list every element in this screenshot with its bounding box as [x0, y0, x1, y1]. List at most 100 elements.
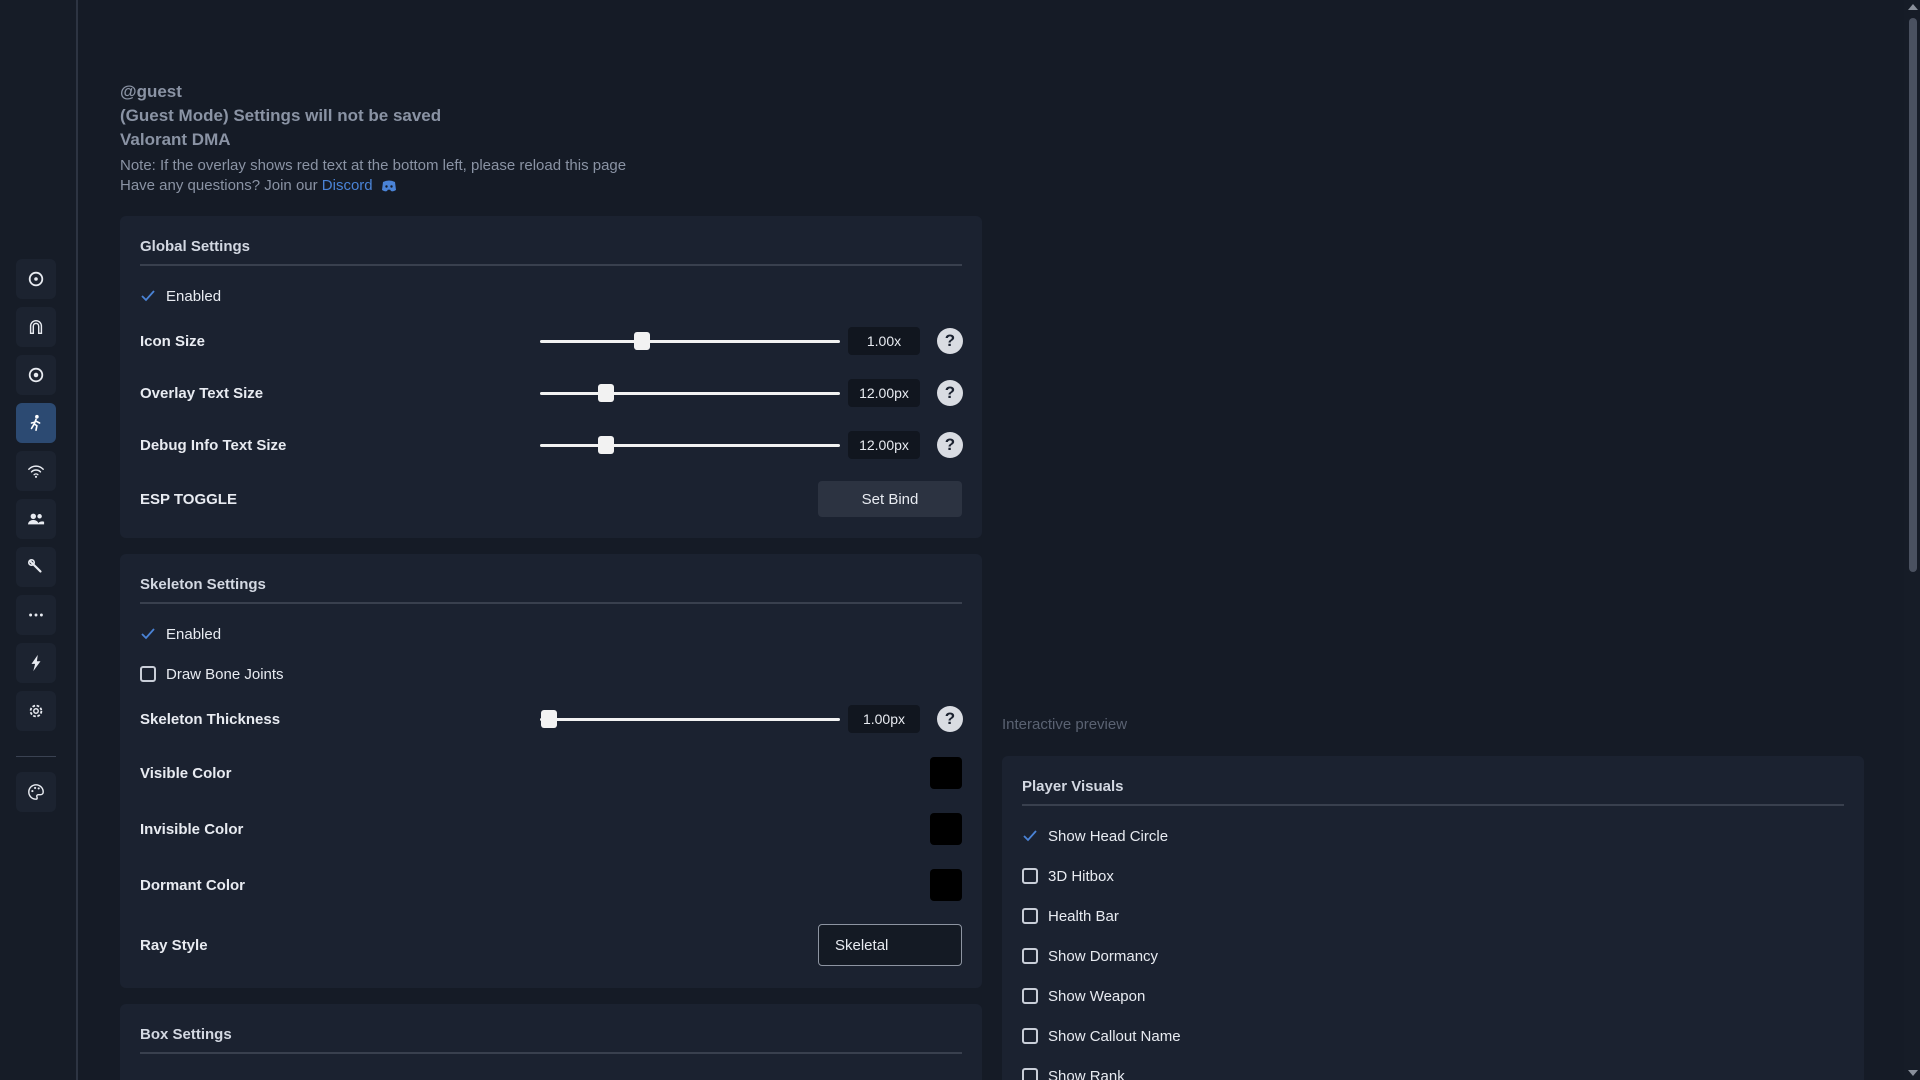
users-icon: [27, 513, 45, 525]
draw-bone-joints-label: Draw Bone Joints: [166, 665, 284, 683]
player-visuals-panel: Player Visuals Show Head Circle 3D Hitbo…: [1002, 756, 1864, 1080]
slider-track: [540, 392, 840, 395]
show-head-circle-toggle[interactable]: Show Head Circle: [1022, 824, 1168, 848]
checkbox[interactable]: [1022, 908, 1038, 924]
sidebar: [0, 0, 78, 1080]
icon-size-value[interactable]: 1.00x: [848, 327, 920, 355]
skeleton-settings-panel: Skeleton Settings Enabled Draw Bone Join…: [120, 554, 982, 988]
visible-color-row: Visible Color: [140, 753, 962, 793]
invisible-color-swatch[interactable]: [930, 813, 962, 845]
dormant-color-label: Dormant Color: [140, 876, 245, 894]
debug-text-size-value[interactable]: 12.00px: [848, 431, 920, 459]
nav-esp[interactable]: [16, 403, 56, 443]
checkbox[interactable]: [1022, 1068, 1038, 1080]
divider: [140, 1052, 962, 1054]
set-bind-button[interactable]: Set Bind: [818, 481, 962, 517]
visible-color-swatch[interactable]: [930, 757, 962, 789]
nav-radar[interactable]: [16, 451, 56, 491]
3d-hitbox-label: 3D Hitbox: [1048, 867, 1114, 885]
debug-text-size-help-icon[interactable]: ?: [937, 432, 963, 458]
esp-toggle-label: ESP TOGGLE: [140, 490, 237, 508]
check-icon: [140, 288, 156, 304]
box-settings-panel: Box Settings: [120, 1004, 982, 1080]
nav-players[interactable]: [16, 499, 56, 539]
crosshair-icon: [28, 271, 44, 287]
show-weapon-label: Show Weapon: [1048, 987, 1146, 1005]
magnet-icon: [29, 320, 43, 335]
interactive-preview-label: Interactive preview: [1002, 716, 1128, 733]
3d-hitbox-toggle[interactable]: 3D Hitbox: [1022, 864, 1114, 888]
slider-thumb[interactable]: [598, 436, 614, 454]
draw-bone-joints-toggle[interactable]: Draw Bone Joints: [140, 662, 284, 686]
show-weapon-toggle[interactable]: Show Weapon: [1022, 984, 1145, 1008]
dormant-color-swatch[interactable]: [930, 869, 962, 901]
checkbox[interactable]: [1022, 988, 1038, 1004]
overlay-text-size-value[interactable]: 12.00px: [848, 379, 920, 407]
product-name: Valorant DMA: [120, 130, 231, 149]
nav-tools[interactable]: [16, 547, 56, 587]
guest-mode-warning: (Guest Mode) Settings will not be saved: [120, 106, 442, 125]
nav-theme[interactable]: [16, 772, 56, 812]
invisible-color-row: Invisible Color: [140, 809, 962, 849]
nav-performance[interactable]: [16, 643, 56, 683]
global-enabled-toggle[interactable]: Enabled: [140, 284, 221, 308]
divider: [140, 602, 962, 604]
dormant-color-row: Dormant Color: [140, 865, 962, 905]
slider-thumb[interactable]: [598, 384, 614, 402]
slider-track: [540, 444, 840, 447]
show-head-circle-label: Show Head Circle: [1048, 827, 1169, 845]
icon-size-help-icon[interactable]: ?: [937, 328, 963, 354]
divider: [1022, 804, 1844, 806]
show-callout-name-toggle[interactable]: Show Callout Name: [1022, 1024, 1181, 1048]
overlay-text-size-help-icon[interactable]: ?: [937, 380, 963, 406]
global-settings-panel: Global Settings Enabled Icon Size 1.00x …: [120, 216, 982, 538]
show-dormancy-label: Show Dormancy: [1048, 947, 1159, 965]
debug-text-size-slider[interactable]: [540, 433, 840, 457]
discord-link[interactable]: Discord: [322, 177, 373, 194]
slider-thumb[interactable]: [541, 710, 557, 728]
wrench-icon: [27, 558, 42, 573]
nav-settings[interactable]: [16, 691, 56, 731]
show-dormancy-toggle[interactable]: Show Dormancy: [1022, 944, 1158, 968]
overlay-note: Note: If the overlay shows red text at t…: [120, 157, 627, 174]
nav-more[interactable]: [16, 595, 56, 635]
icon-size-slider[interactable]: [540, 329, 840, 353]
player-visuals-title: Player Visuals: [1022, 778, 1124, 795]
checkbox[interactable]: [1022, 1028, 1038, 1044]
scroll-up-icon[interactable]: [1908, 4, 1918, 10]
discord-icon[interactable]: [381, 180, 397, 192]
wifi-icon: [28, 465, 44, 478]
nav-magnet[interactable]: [16, 307, 56, 347]
show-callout-name-label: Show Callout Name: [1048, 1027, 1181, 1045]
username: @guest: [120, 82, 182, 101]
bolt-icon: [31, 654, 41, 672]
divider: [140, 264, 962, 266]
gear-icon: [29, 704, 43, 718]
slider-thumb[interactable]: [634, 332, 650, 350]
nav-crosshair[interactable]: [16, 259, 56, 299]
overlay-text-size-label: Overlay Text Size: [140, 384, 264, 402]
global-enabled-label: Enabled: [166, 287, 222, 305]
overlay-text-size-slider[interactable]: [540, 381, 840, 405]
page-header: @guest (Guest Mode) Settings will not be…: [120, 80, 1020, 196]
nav-target[interactable]: [16, 355, 56, 395]
slider-track: [540, 718, 840, 721]
scroll-down-icon[interactable]: [1908, 1070, 1918, 1076]
skeleton-enabled-toggle[interactable]: Enabled: [140, 622, 221, 646]
page-scrollbar[interactable]: [1904, 0, 1920, 1080]
debug-text-size-label: Debug Info Text Size: [140, 436, 287, 454]
show-rank-toggle[interactable]: Show Rank: [1022, 1064, 1125, 1080]
skeleton-thickness-value[interactable]: 1.00px: [848, 705, 920, 733]
checkbox[interactable]: [1022, 948, 1038, 964]
skeleton-settings-title: Skeleton Settings: [140, 576, 266, 593]
checkbox[interactable]: [1022, 868, 1038, 884]
skeleton-thickness-help-icon[interactable]: ?: [937, 706, 963, 732]
health-bar-label: Health Bar: [1048, 907, 1119, 925]
skeleton-thickness-slider[interactable]: [540, 707, 840, 731]
slider-track: [540, 340, 840, 343]
scroll-thumb[interactable]: [1909, 18, 1917, 572]
health-bar-toggle[interactable]: Health Bar: [1022, 904, 1119, 928]
sidebar-divider: [16, 756, 56, 757]
ray-style-select[interactable]: Skeletal: [818, 924, 962, 966]
checkbox[interactable]: [140, 666, 156, 682]
